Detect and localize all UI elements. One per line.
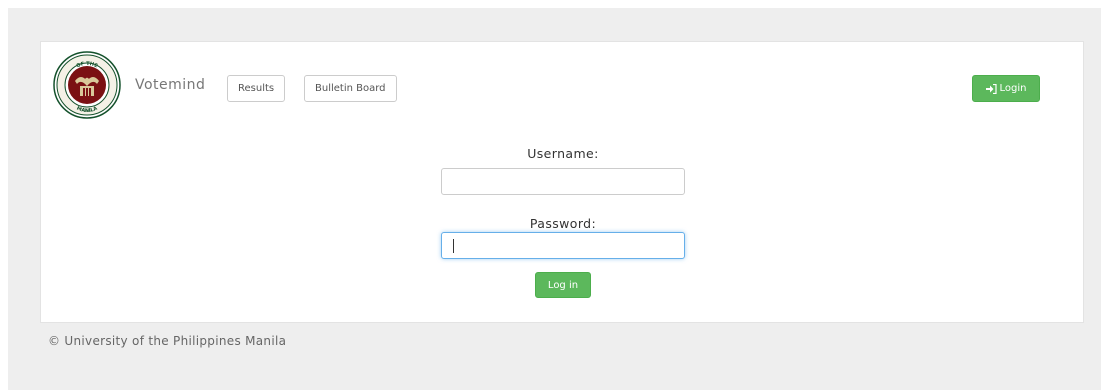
results-button[interactable]: Results — [227, 75, 286, 102]
username-label: Username: — [527, 146, 599, 161]
text-caret — [453, 239, 454, 253]
seal-year-text: 1908 — [83, 109, 91, 113]
password-input[interactable] — [441, 232, 685, 259]
password-label: Password: — [529, 216, 597, 231]
header-login-label: Login — [999, 83, 1027, 94]
header-login-button[interactable]: Login — [972, 75, 1040, 102]
sign-in-icon — [985, 83, 997, 94]
university-seal-logo[interactable]: OF THE MANILA 1908 — [53, 51, 121, 119]
brand-title[interactable]: Votemind — [135, 77, 205, 93]
bulletin-board-button[interactable]: Bulletin Board — [304, 75, 397, 102]
footer-copyright: © University of the Philippines Manila — [48, 334, 287, 348]
main-card: OF THE MANILA 1908 Votemind Results Bull… — [40, 41, 1084, 323]
log-in-submit-button[interactable]: Log in — [535, 272, 591, 298]
username-input[interactable] — [441, 168, 685, 195]
